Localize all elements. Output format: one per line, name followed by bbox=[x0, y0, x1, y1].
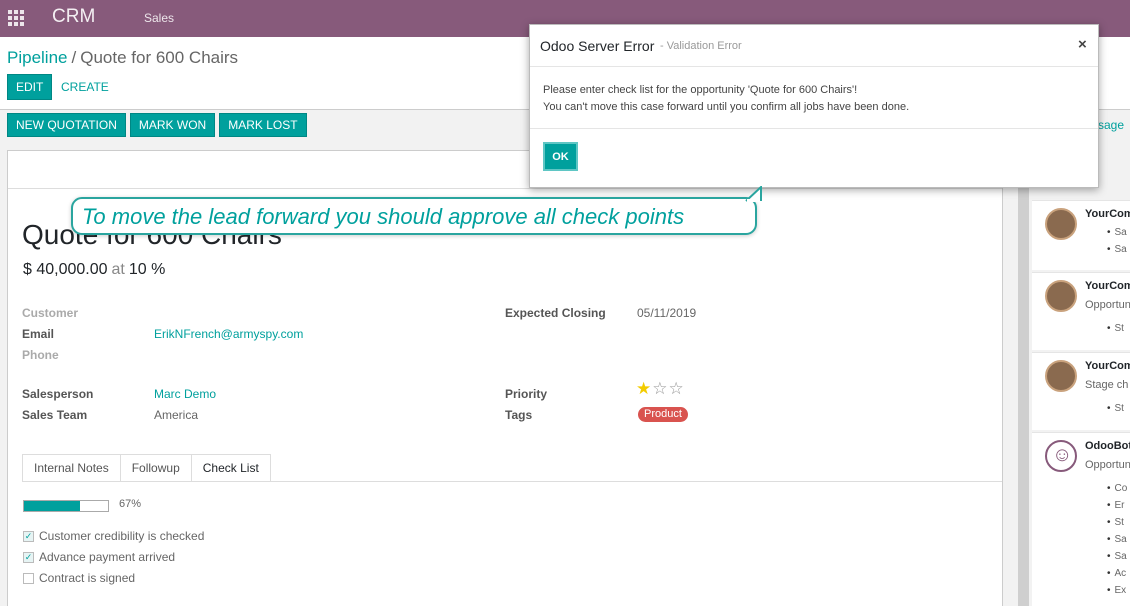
new-quotation-button[interactable]: NEW QUOTATION bbox=[7, 113, 126, 137]
dialog-message: Please enter check list for the opportun… bbox=[543, 82, 909, 116]
checklist-item-label: Customer credibility is checked bbox=[39, 529, 205, 543]
dialog-title: Odoo Server Error bbox=[540, 38, 655, 54]
ok-button[interactable]: OK bbox=[543, 142, 578, 171]
server-error-dialog: Odoo Server Error - Validation Error × P… bbox=[529, 24, 1099, 188]
edit-button[interactable]: EDIT bbox=[7, 74, 53, 100]
close-icon[interactable]: × bbox=[1078, 36, 1087, 53]
dialog-header: Odoo Server Error - Validation Error × bbox=[530, 25, 1098, 67]
callout-text: To move the lead forward you should appr… bbox=[82, 204, 685, 229]
checkbox-checked-icon[interactable]: ✓ bbox=[23, 530, 34, 542]
salesperson-label: Salesperson bbox=[22, 387, 94, 401]
dialog-subtitle: - Validation Error bbox=[660, 40, 742, 52]
message-subtitle: Opportun bbox=[1085, 459, 1130, 471]
odoobot-avatar[interactable] bbox=[1045, 440, 1077, 472]
email-value[interactable]: ErikNFrench@armyspy.com bbox=[154, 327, 303, 341]
avatar[interactable] bbox=[1045, 208, 1077, 240]
tracking-item: Sa bbox=[1107, 244, 1127, 261]
callout-tail bbox=[745, 186, 762, 202]
tracking-item: St bbox=[1107, 403, 1124, 420]
statusbar-buttons: NEW QUOTATION MARK WON MARK LOST bbox=[7, 113, 307, 137]
email-label: Email bbox=[22, 327, 55, 341]
revenue-value[interactable]: $ 40,000.00 bbox=[23, 261, 108, 278]
sales-team-value[interactable]: America bbox=[154, 408, 198, 422]
checklist-progress-bar bbox=[23, 500, 109, 512]
tag-badge[interactable]: Product bbox=[638, 407, 688, 422]
tracking-item: St bbox=[1107, 323, 1124, 340]
chatter-message: OdooBot Opportun Co Er St Sa Sa Ac Ex bbox=[1032, 432, 1130, 606]
tracking-list: St bbox=[1107, 403, 1124, 420]
priority-stars[interactable]: ★☆☆ bbox=[636, 380, 685, 397]
checklist-item-label: Contract is signed bbox=[39, 571, 136, 585]
expected-revenue: $ 40,000.00 at 10 % bbox=[23, 261, 165, 279]
chatter-message: YourCom Stage ch St bbox=[1032, 352, 1130, 430]
expected-closing-label: Expected Closing bbox=[505, 306, 606, 320]
tracking-item: Er bbox=[1107, 500, 1127, 517]
message-subtitle: Opportun bbox=[1085, 299, 1130, 311]
message-author[interactable]: YourCom bbox=[1085, 280, 1130, 292]
breadcrumb-separator: / bbox=[71, 48, 77, 67]
checkbox-checked-icon[interactable]: ✓ bbox=[23, 551, 34, 563]
send-message-link[interactable]: sage bbox=[1098, 118, 1124, 132]
tracking-list: St bbox=[1107, 323, 1124, 340]
chatter-panel: YourCom Sa Sa YourCom Opportun St YourCo… bbox=[1029, 150, 1130, 606]
tracking-item: Ex bbox=[1107, 585, 1127, 602]
avatar[interactable] bbox=[1045, 280, 1077, 312]
breadcrumb-pipeline[interactable]: Pipeline bbox=[7, 48, 68, 67]
expected-closing-value[interactable]: 05/11/2019 bbox=[637, 306, 696, 320]
tracking-item: Sa bbox=[1107, 534, 1127, 551]
tracking-list: Co Er St Sa Sa Ac Ex bbox=[1107, 483, 1128, 602]
revenue-at: at bbox=[111, 261, 125, 278]
tracking-item: Sa bbox=[1107, 227, 1127, 244]
tracking-item: Ac bbox=[1107, 568, 1127, 585]
checklist-item-label: Advance payment arrived bbox=[39, 550, 176, 564]
tab-followup[interactable]: Followup bbox=[119, 454, 192, 482]
progress-fill bbox=[24, 501, 81, 511]
dialog-message-line: You can't move this case forward until y… bbox=[543, 101, 910, 113]
breadcrumb: Pipeline / Quote for 600 Chairs bbox=[7, 48, 238, 68]
tab-internal-notes[interactable]: Internal Notes bbox=[22, 454, 121, 482]
chatter-message: YourCom Sa Sa bbox=[1032, 200, 1130, 270]
dialog-footer bbox=[530, 128, 1098, 129]
notebook-tabs: Internal Notes Followup Check List bbox=[22, 454, 271, 482]
sales-team-label: Sales Team bbox=[22, 408, 88, 422]
phone-label: Phone bbox=[22, 348, 59, 362]
tracking-item: Sa bbox=[1107, 551, 1127, 568]
message-author[interactable]: OdooBot bbox=[1085, 440, 1130, 452]
checkbox-empty-icon[interactable] bbox=[23, 572, 34, 584]
chatter-scrollbar[interactable] bbox=[1018, 150, 1029, 606]
avatar[interactable] bbox=[1045, 360, 1077, 392]
create-button[interactable]: CREATE bbox=[55, 74, 115, 100]
breadcrumb-current: Quote for 600 Chairs bbox=[80, 48, 239, 67]
checklist-item[interactable]: Contract is signed bbox=[23, 571, 135, 585]
tracking-item: St bbox=[1107, 517, 1127, 534]
checklist-item[interactable]: ✓ Advance payment arrived bbox=[23, 550, 175, 564]
mark-won-button[interactable]: MARK WON bbox=[129, 113, 216, 137]
dialog-message-line: Please enter check list for the opportun… bbox=[543, 84, 858, 96]
salesperson-value[interactable]: Marc Demo bbox=[154, 387, 216, 401]
tracking-list: Sa Sa bbox=[1107, 227, 1127, 261]
message-author[interactable]: YourCom bbox=[1085, 360, 1130, 372]
menu-sales[interactable]: Sales bbox=[144, 11, 174, 25]
tags-label: Tags bbox=[505, 408, 533, 422]
mark-lost-button[interactable]: MARK LOST bbox=[219, 113, 307, 137]
app-name[interactable]: CRM bbox=[52, 6, 95, 28]
checklist-item[interactable]: ✓ Customer credibility is checked bbox=[23, 529, 204, 543]
apps-menu-icon[interactable] bbox=[8, 10, 24, 26]
probability-value[interactable]: 10 % bbox=[129, 261, 165, 278]
star-filled-icon[interactable]: ★ bbox=[636, 379, 652, 398]
star-empty-icon[interactable]: ☆ bbox=[669, 379, 685, 398]
tab-divider bbox=[22, 481, 1002, 482]
progress-percent: 67% bbox=[119, 498, 142, 510]
chatter-message: YourCom Opportun St bbox=[1032, 272, 1130, 350]
tracking-item: Co bbox=[1107, 483, 1128, 500]
message-subtitle: Stage ch bbox=[1085, 379, 1129, 391]
tooltip-callout: To move the lead forward you should appr… bbox=[71, 186, 762, 235]
star-empty-icon[interactable]: ☆ bbox=[652, 379, 668, 398]
message-author[interactable]: YourCom bbox=[1085, 208, 1130, 220]
customer-label: Customer bbox=[22, 306, 79, 320]
tab-check-list[interactable]: Check List bbox=[190, 454, 271, 482]
priority-label: Priority bbox=[505, 387, 548, 401]
